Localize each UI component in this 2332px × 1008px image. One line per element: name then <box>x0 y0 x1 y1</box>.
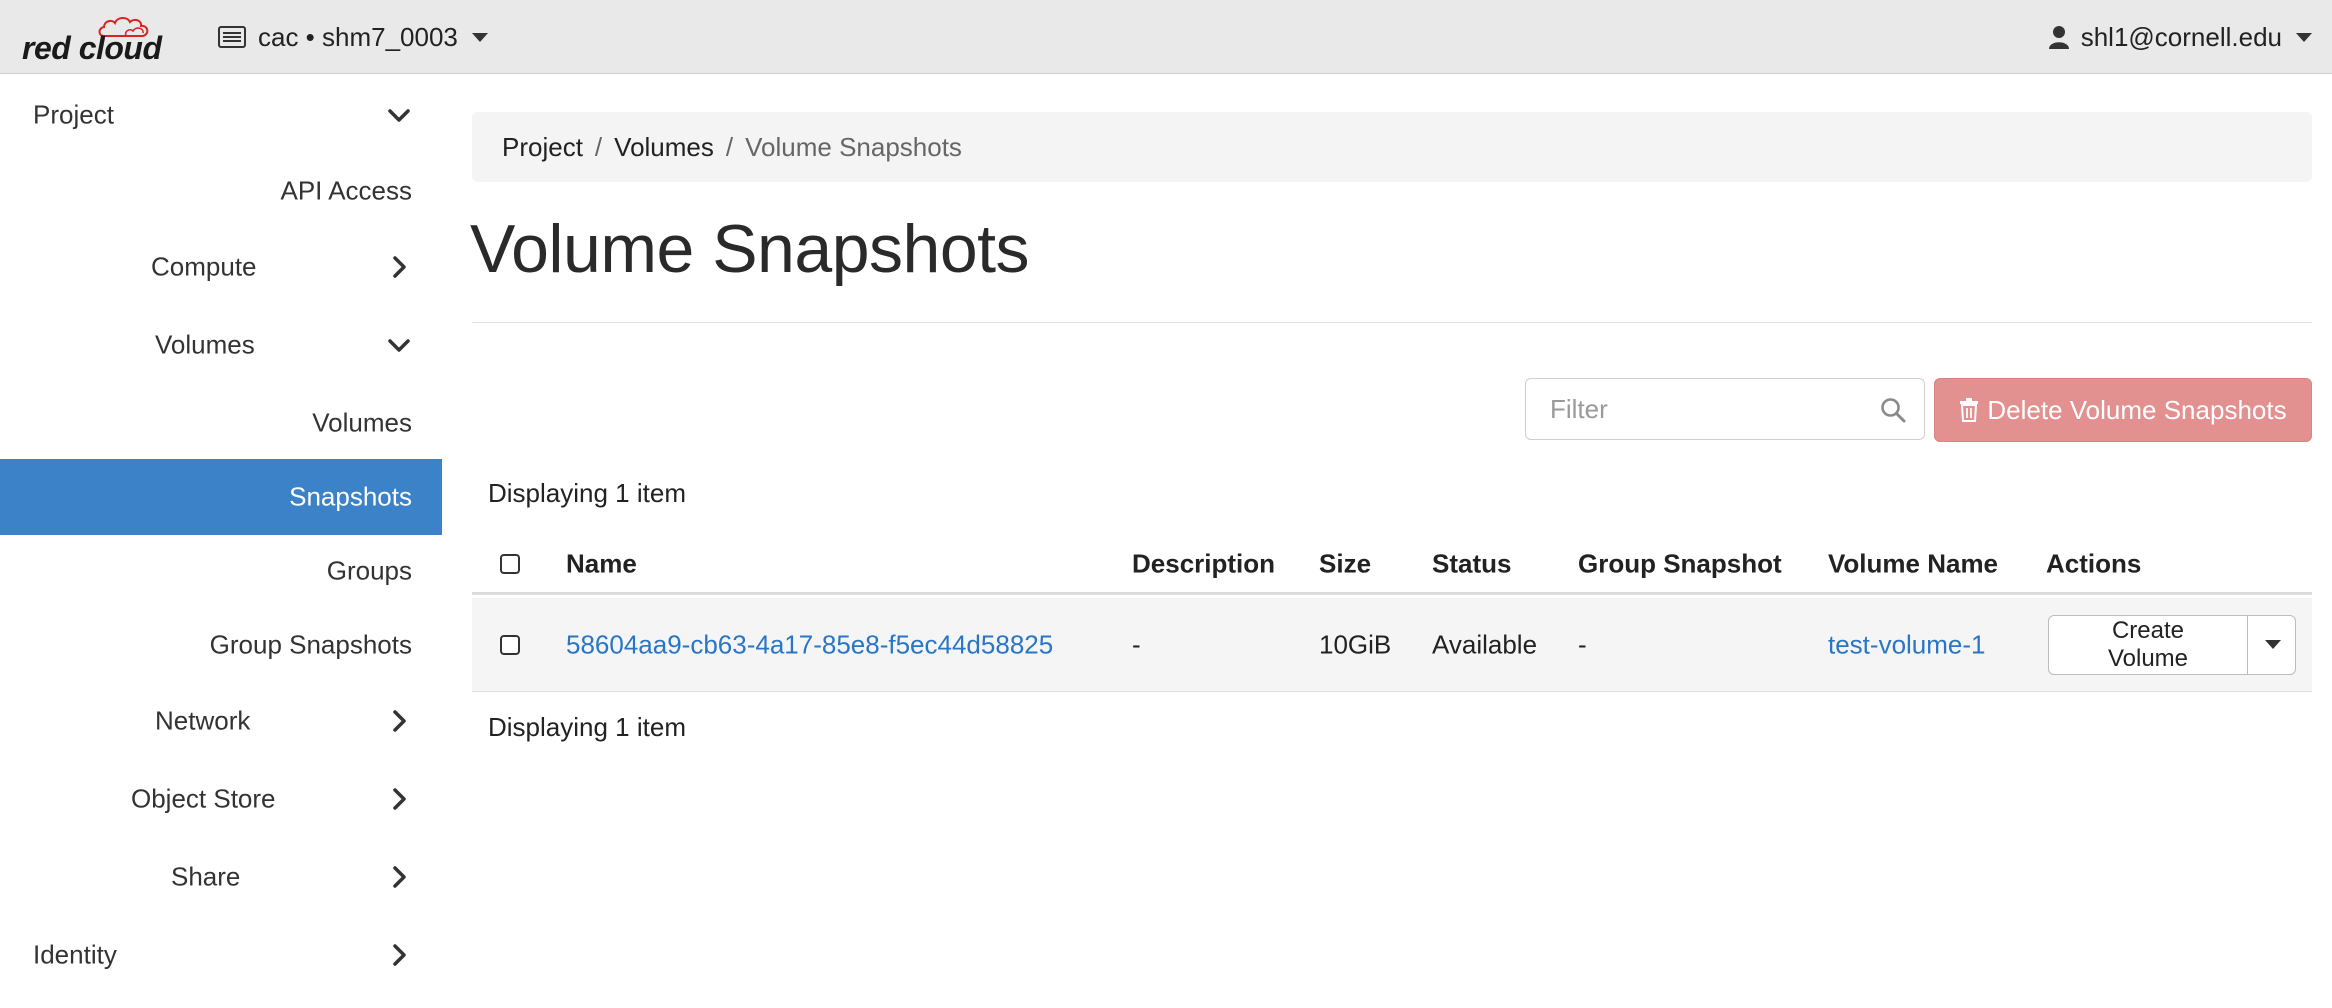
project-picker-label: cac • shm7_0003 <box>258 21 458 52</box>
trash-icon <box>1960 398 1979 422</box>
sidebar-item-label: Groups <box>326 555 412 586</box>
select-all-checkbox[interactable] <box>500 553 520 574</box>
project-picker[interactable]: cac • shm7_0003 <box>218 18 488 56</box>
delete-button-label: Delete Volume Snapshots <box>1987 394 2287 425</box>
delete-volume-snapshots-button[interactable]: Delete Volume Snapshots <box>1934 378 2312 442</box>
actions-dropdown-toggle[interactable] <box>2248 614 2296 675</box>
caret-down-icon <box>471 32 488 42</box>
sidebar-item-label: Object Store <box>131 783 276 814</box>
column-header-size[interactable]: Size <box>1319 548 1371 579</box>
breadcrumb-separator: / <box>725 131 734 162</box>
sidebar-item-network[interactable]: Network <box>0 683 442 759</box>
user-menu-label: shl1@cornell.edu <box>2080 21 2282 52</box>
filter-input[interactable] <box>1526 379 1866 439</box>
sidebar-item-label: API Access <box>280 175 413 206</box>
breadcrumb-volumes[interactable]: Volumes <box>614 132 714 163</box>
sidebar-item-object-store[interactable]: Object Store <box>0 761 442 837</box>
snapshot-status: Available <box>1432 629 1538 659</box>
brand-text: red cloud <box>22 30 162 66</box>
breadcrumb-project[interactable]: Project <box>502 132 583 163</box>
brand-logo[interactable]: red cloud <box>20 12 170 68</box>
column-header-actions: Actions <box>2046 548 2142 578</box>
sidebar-item-label: Volumes <box>312 407 412 438</box>
sidebar-item-volumes-group[interactable]: Volumes <box>0 307 442 383</box>
sidebar-item-label: Share <box>171 861 241 892</box>
sidebar-item-label: Identity <box>33 939 117 970</box>
create-volume-button[interactable]: Create Volume <box>2048 614 2248 675</box>
sidebar-item-group-snapshots[interactable]: Group Snapshots <box>0 607 442 683</box>
sidebar-item-share[interactable]: Share <box>0 839 442 915</box>
breadcrumb: Project / Volumes / Volume Snapshots <box>472 112 2312 182</box>
row-checkbox[interactable] <box>500 634 520 655</box>
sidebar-item-volumes[interactable]: Volumes <box>0 385 442 461</box>
user-icon <box>2048 26 2069 49</box>
chevron-right-icon <box>393 788 406 810</box>
chevron-right-icon <box>393 944 406 966</box>
row-actions: Create Volume <box>2048 614 2296 675</box>
column-header-group-snapshot[interactable]: Group Snapshot <box>1578 548 1782 579</box>
page-title: Volume Snapshots <box>470 211 1030 287</box>
column-header-description[interactable]: Description <box>1132 548 1275 579</box>
snapshot-group-snapshot: - <box>1578 629 1587 659</box>
caret-down-icon <box>2264 640 2281 649</box>
sidebar-item-compute[interactable]: Compute <box>0 229 442 305</box>
sidebar-item-label: Snapshots <box>289 481 412 512</box>
sidebar-item-label: Group Snapshots <box>209 629 412 660</box>
table-row: 58604aa9-cb63-4a17-85e8-f5ec44d58825 - 1… <box>472 598 2312 692</box>
sidebar-item-label: Compute <box>151 251 257 282</box>
sidebar-item-label: Volumes <box>155 329 255 360</box>
item-count-bottom: Displaying 1 item <box>488 712 686 742</box>
chevron-down-icon <box>388 109 410 122</box>
table-header: Name Description Size Status Group Snaps… <box>472 535 2312 595</box>
sidebar-item-label: Project <box>33 99 114 130</box>
sidebar-item-label: Network <box>155 705 251 736</box>
sidebar: Project API Access Compute Volumes Volum… <box>0 75 442 1008</box>
sidebar-item-api-access[interactable]: API Access <box>0 153 442 229</box>
search-icon[interactable] <box>1880 397 1906 423</box>
volume-name-link[interactable]: test-volume-1 <box>1828 629 1986 660</box>
sidebar-item-identity[interactable]: Identity <box>0 917 442 993</box>
sidebar-item-project[interactable]: Project <box>0 77 442 153</box>
snapshot-description: - <box>1132 629 1141 659</box>
column-header-name[interactable]: Name <box>566 548 637 579</box>
title-divider <box>472 322 2312 323</box>
server-icon <box>218 26 246 48</box>
snapshot-name-link[interactable]: 58604aa9-cb63-4a17-85e8-f5ec44d58825 <box>566 629 1053 660</box>
column-header-status[interactable]: Status <box>1432 548 1511 579</box>
user-menu[interactable]: shl1@cornell.edu <box>2048 18 2312 56</box>
column-header-volume-name[interactable]: Volume Name <box>1828 548 1998 579</box>
filter-box <box>1525 378 1925 440</box>
sidebar-item-snapshots[interactable]: Snapshots <box>0 459 442 535</box>
breadcrumb-current: Volume Snapshots <box>745 131 962 162</box>
top-navbar: red cloud cac • shm7_0003 shl1@cornell.e… <box>0 0 2332 74</box>
chevron-down-icon <box>388 339 410 352</box>
chevron-right-icon <box>393 256 406 278</box>
caret-down-icon <box>2296 32 2312 42</box>
breadcrumb-separator: / <box>594 131 603 162</box>
chevron-right-icon <box>393 710 406 732</box>
snapshot-size: 10GiB <box>1319 629 1392 659</box>
chevron-right-icon <box>393 866 406 888</box>
item-count-top: Displaying 1 item <box>488 478 686 508</box>
sidebar-item-groups[interactable]: Groups <box>0 533 442 609</box>
